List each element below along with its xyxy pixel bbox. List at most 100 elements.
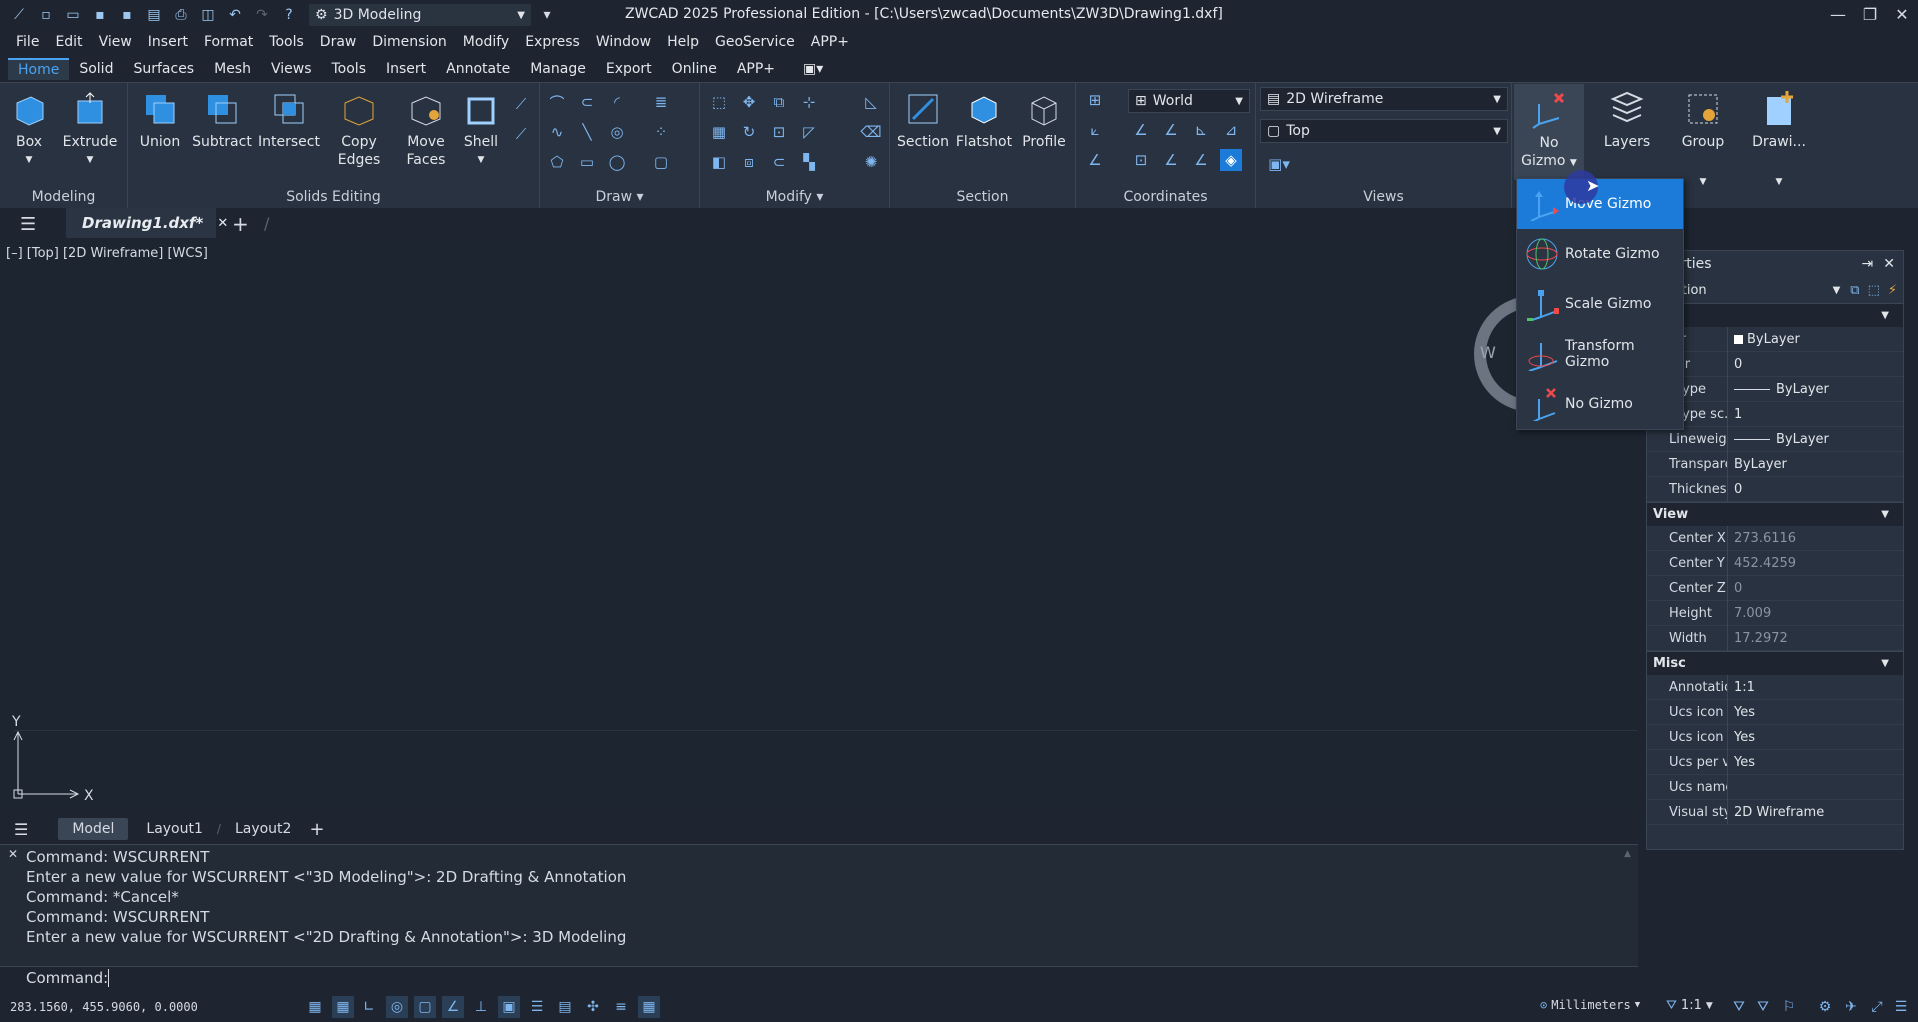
menu-edit[interactable]: Edit xyxy=(47,34,90,50)
app-logo-icon[interactable]: ⟋ xyxy=(8,4,30,26)
prop-row[interactable]: Ucs per vie...Yes xyxy=(1647,749,1903,775)
array-icon[interactable]: ▦ xyxy=(708,121,730,143)
ucs-x-icon[interactable]: ∠ xyxy=(1130,119,1152,141)
selection-cycling-icon[interactable]: ✣ xyxy=(582,996,604,1018)
section-view[interactable]: View ▼ xyxy=(1647,502,1903,526)
layers-button[interactable]: Layers xyxy=(1594,89,1660,151)
snap-mode-icon[interactable]: ▦ xyxy=(332,996,354,1018)
tab-home[interactable]: Home xyxy=(8,58,70,80)
menu-insert[interactable]: Insert xyxy=(140,34,196,50)
menu-tools[interactable]: Tools xyxy=(261,34,312,50)
subtract-button[interactable]: Subtract xyxy=(190,89,254,151)
prop-row[interactable]: LineweightByLayer xyxy=(1647,426,1903,452)
open-icon[interactable]: ▭ xyxy=(62,4,84,26)
ucs-zaxis-icon[interactable]: ∠ xyxy=(1190,149,1212,171)
polygon-icon[interactable]: ⬠ xyxy=(546,151,568,173)
slice-icon[interactable]: ⟋ xyxy=(510,93,532,115)
ucs-icon[interactable]: ⊞ xyxy=(1084,89,1106,111)
prop-row[interactable]: Width 17.2972 xyxy=(1647,625,1903,651)
lineweight-icon[interactable]: ☰ xyxy=(526,996,548,1018)
object-track-icon[interactable]: ∠ xyxy=(442,996,464,1018)
menu-geoservice[interactable]: GeoService xyxy=(707,34,803,50)
explode-icon[interactable]: ▚ xyxy=(798,151,820,173)
object-snap-icon[interactable]: ▢ xyxy=(414,996,436,1018)
rotate-icon[interactable]: ↻ xyxy=(738,121,760,143)
ucs-select[interactable]: ⊞ World ▼ xyxy=(1128,89,1250,113)
extrude-button[interactable]: Extrude ▼ xyxy=(62,89,118,169)
close-command-icon[interactable]: ✕ xyxy=(8,847,18,861)
union-button[interactable]: Union xyxy=(134,89,186,151)
tab-layout2[interactable]: Layout2 xyxy=(221,818,306,840)
menu-help[interactable]: Help xyxy=(659,34,707,50)
workspace-switch-icon[interactable]: ⚐ xyxy=(1778,996,1800,1018)
close-properties-icon[interactable]: ✕ xyxy=(1883,256,1895,272)
interfere-icon[interactable]: ⟋ xyxy=(510,123,532,145)
doc-tab-drawing1[interactable]: Drawing1.dxf* ✕ xyxy=(66,208,228,238)
close-tab-icon[interactable]: ✕ xyxy=(217,216,228,231)
box-button[interactable]: Box ▼ xyxy=(8,89,50,169)
prop-row[interactable]: lorByLayer xyxy=(1647,326,1903,352)
customize-qat-icon[interactable]: ▾ xyxy=(536,4,558,26)
model-space-icon[interactable]: ≡ xyxy=(610,996,632,1018)
prop-row[interactable]: Thickness 0 xyxy=(1647,476,1903,502)
section-general[interactable]: ral▼ xyxy=(1647,303,1903,327)
arc-3pt-icon[interactable]: ◜ xyxy=(606,91,628,113)
select-objects-icon[interactable]: ⬚ xyxy=(1868,283,1880,298)
ucs-y-icon[interactable]: ∠ xyxy=(1160,119,1182,141)
prop-row[interactable]: Center Z0 xyxy=(1647,575,1903,601)
panel-label-draw[interactable]: Draw ▾ xyxy=(540,189,699,205)
ucs-3point-icon[interactable]: ∠ xyxy=(1084,149,1106,171)
tab-manage[interactable]: Manage xyxy=(520,59,596,79)
scale-icon[interactable]: ⊡ xyxy=(768,121,790,143)
prop-row[interactable]: etype ByLayer xyxy=(1647,376,1903,402)
group-button[interactable]: Group ▼ xyxy=(1668,89,1738,191)
tab-model[interactable]: Model xyxy=(58,818,129,840)
ellipse-icon[interactable]: ◯ xyxy=(606,151,628,173)
profile-button[interactable]: Profile xyxy=(1016,89,1072,151)
trim-icon[interactable]: ⊹ xyxy=(798,91,820,113)
tab-surfaces[interactable]: Surfaces xyxy=(123,59,204,79)
ribbon-options-icon[interactable]: ▣▾ xyxy=(793,59,833,79)
move-icon[interactable]: ✥ xyxy=(738,91,760,113)
menu-draw[interactable]: Draw xyxy=(312,34,365,50)
tab-tools[interactable]: Tools xyxy=(322,59,377,79)
menu-window[interactable]: Window xyxy=(588,34,659,50)
pin-icon[interactable]: ⇥ xyxy=(1862,256,1874,272)
gizmo-button[interactable]: No Gizmo ▼ xyxy=(1514,84,1584,180)
tab-layout1[interactable]: Layout1 xyxy=(132,818,217,840)
section-button[interactable]: Section xyxy=(894,89,952,151)
ucs-face-icon[interactable]: ∠ xyxy=(1160,149,1182,171)
drawing-viewport[interactable]: [–] [Top] [2D Wireframe] [WCS] W Y X xyxy=(0,240,1638,810)
shell-button[interactable]: Shell ▼ xyxy=(454,89,508,169)
mirror-icon[interactable]: ◧ xyxy=(708,151,730,173)
command-input[interactable]: Command: xyxy=(0,966,1638,990)
ortho-icon[interactable]: ∟ xyxy=(358,996,380,1018)
selection-select[interactable]: lection ▼ ⧉ ⬚ ⚡ xyxy=(1647,277,1903,303)
viewport-config-icon[interactable]: ▣▾ xyxy=(1268,153,1290,175)
dynamic-ucs-icon[interactable]: ▣ xyxy=(498,996,520,1018)
tab-mesh[interactable]: Mesh xyxy=(204,59,261,79)
drawing-button[interactable]: Drawi... ▼ xyxy=(1744,89,1814,191)
layout-menu-icon[interactable]: ☰ xyxy=(0,820,44,839)
ucs-view-icon[interactable]: ⊿ xyxy=(1220,119,1242,141)
prop-row[interactable]: Ucs name xyxy=(1647,774,1903,800)
workspace-select[interactable]: ⚙ 3D Modeling ▼ xyxy=(309,4,531,26)
prop-row[interactable]: Height 7.009 xyxy=(1647,600,1903,626)
redo-icon[interactable]: ↷ xyxy=(251,4,273,26)
menu-item-move-gizmo[interactable]: Move Gizmo xyxy=(1517,179,1683,229)
hamburger-menu-icon[interactable]: ☰ xyxy=(20,214,36,235)
tab-app-plus[interactable]: APP+ xyxy=(727,59,785,79)
tab-annotate[interactable]: Annotate xyxy=(436,59,520,79)
close-button[interactable]: ✕ xyxy=(1882,0,1918,28)
customize-status-icon[interactable]: ☰ xyxy=(1890,996,1912,1018)
units-select[interactable]: ⊙ Millimeters ▼ xyxy=(1540,998,1640,1012)
menu-item-scale-gizmo[interactable]: Scale Gizmo xyxy=(1517,279,1683,329)
burst-icon[interactable]: ✺ xyxy=(860,151,882,173)
prop-row[interactable]: Visual style2D Wireframe xyxy=(1647,799,1903,825)
view-select[interactable]: ▢ Top ▼ xyxy=(1260,119,1508,143)
prop-row[interactable]: Center X 273.6116 xyxy=(1647,525,1903,551)
annotation-visibility-icon[interactable]: ⛛ xyxy=(1728,996,1750,1018)
ucs-icon-toggle[interactable]: ◈ xyxy=(1220,149,1242,171)
tab-export[interactable]: Export xyxy=(596,59,662,79)
auto-scale-icon[interactable]: ⛛ xyxy=(1752,996,1774,1018)
